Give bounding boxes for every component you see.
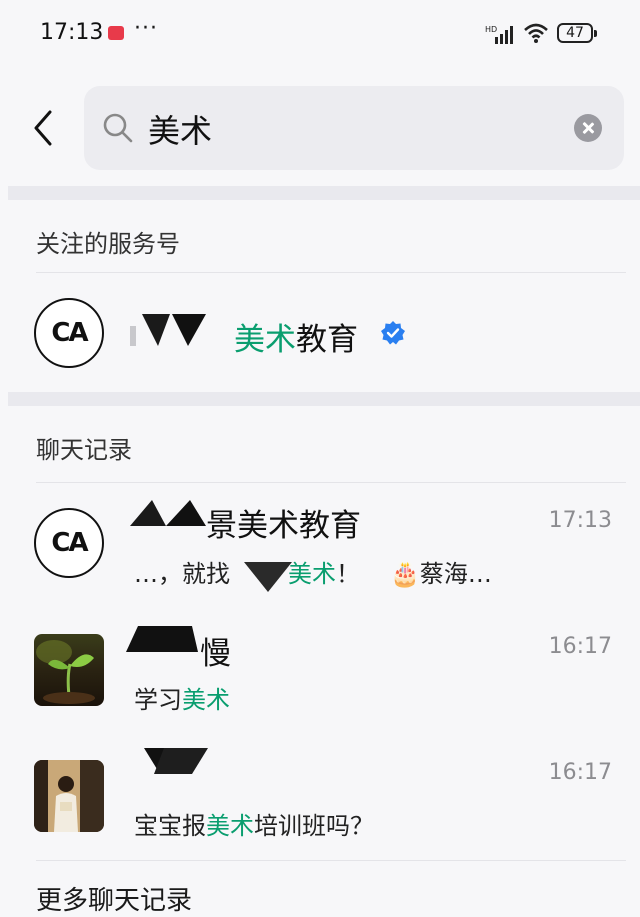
chat-name: 景美术教育	[206, 508, 361, 544]
chat-time: 16:17	[548, 634, 612, 659]
back-arrow-icon[interactable]	[28, 108, 60, 148]
chat-message-preview: …，就找 美术！ 🎂蔡海…	[134, 560, 492, 588]
redacted-name-block	[130, 314, 206, 346]
cake-emoji-icon: 🎂	[390, 560, 420, 588]
redacted-name-block	[130, 500, 206, 526]
divider	[36, 272, 626, 273]
chat-message-preview: 宝宝报美术培训班吗？	[134, 812, 374, 840]
status-bar: 17:13 ··· HD 47	[0, 0, 640, 68]
clear-search-icon[interactable]	[574, 114, 602, 142]
redacted-name-block	[144, 748, 208, 774]
notification-app-icon	[108, 26, 124, 40]
status-time: 17:13	[40, 20, 104, 45]
section-divider-band	[8, 392, 640, 406]
search-input[interactable]: 美术	[84, 86, 624, 170]
divider	[36, 860, 626, 861]
divider	[36, 482, 626, 483]
avatar: CA	[34, 298, 104, 368]
chat-time: 17:13	[548, 508, 612, 533]
svg-text:HD: HD	[485, 25, 497, 34]
section-divider-band	[8, 186, 640, 200]
avatar: CA	[34, 508, 104, 578]
redacted-text-block	[244, 562, 292, 592]
section-title-chats: 聊天记录	[36, 436, 132, 464]
chat-message-preview: 学习美术	[134, 686, 230, 714]
status-more-icon: ···	[134, 16, 158, 41]
search-icon	[103, 113, 133, 143]
section-title-followed: 关注的服务号	[36, 230, 180, 258]
more-chat-history-link[interactable]: 更多聊天记录	[36, 880, 192, 917]
chat-name: 慢	[200, 636, 231, 672]
signal-icon: HD	[485, 25, 513, 44]
wifi-icon	[524, 23, 548, 43]
chat-time: 16:17	[548, 760, 612, 785]
verified-badge-icon	[381, 321, 405, 345]
avatar-reading-woman-photo	[34, 760, 104, 832]
avatar-sprout-photo	[34, 634, 104, 706]
redacted-name-block	[126, 626, 198, 652]
search-query[interactable]: 美术	[148, 106, 212, 152]
battery-icon: 47	[557, 23, 597, 43]
service-account-name: 美术教育	[234, 322, 358, 358]
